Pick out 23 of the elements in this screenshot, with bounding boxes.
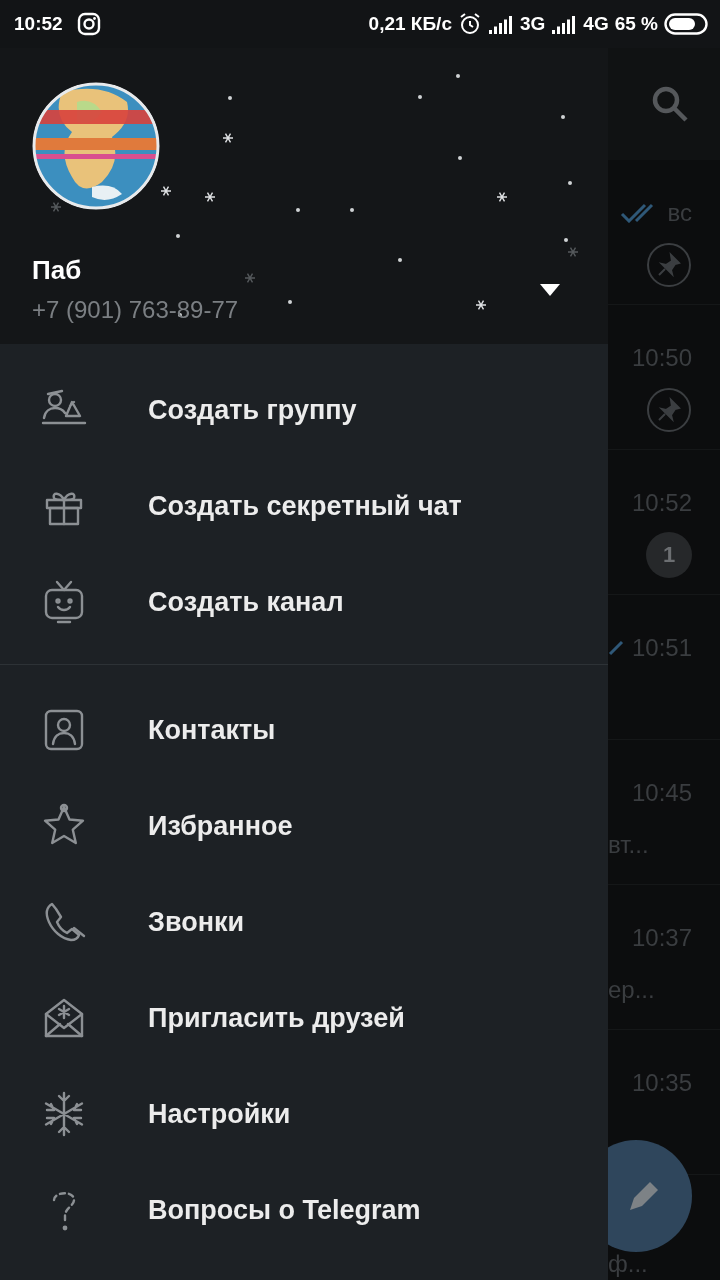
user-name: Паб (32, 255, 83, 286)
camera-icon (76, 12, 101, 36)
battery-icon (664, 13, 708, 35)
menu-item[interactable]: Настройки (0, 1066, 608, 1162)
network-type: 3G (519, 13, 546, 35)
signal-icon (551, 14, 578, 34)
compose-button[interactable] (608, 1140, 692, 1252)
menu-item[interactable]: Избранное (0, 778, 608, 874)
battery-percent: 65 % (614, 13, 658, 35)
clock: 10:52 (14, 13, 63, 35)
menu-item[interactable]: Создать группу (0, 362, 608, 458)
menu-item[interactable]: Создать канал (0, 554, 608, 650)
menu-item[interactable]: Создать секретный чат (0, 458, 608, 554)
network-speed: 0,21 КБ/с (368, 13, 452, 35)
menu-item[interactable]: Пригласить друзей (0, 970, 608, 1066)
phone-number: +7 (901) 763-89-77 (32, 296, 239, 324)
network-type: 4G (583, 13, 609, 35)
dropdown-caret-icon[interactable] (540, 283, 560, 296)
unread-badge: 1 (646, 532, 693, 578)
signal-icon (487, 14, 514, 34)
menu-item[interactable]: Звонки (0, 874, 608, 970)
menu-item[interactable]: Вопросы о Telegram (0, 1162, 608, 1258)
menu-item[interactable]: Контакты (0, 682, 608, 778)
